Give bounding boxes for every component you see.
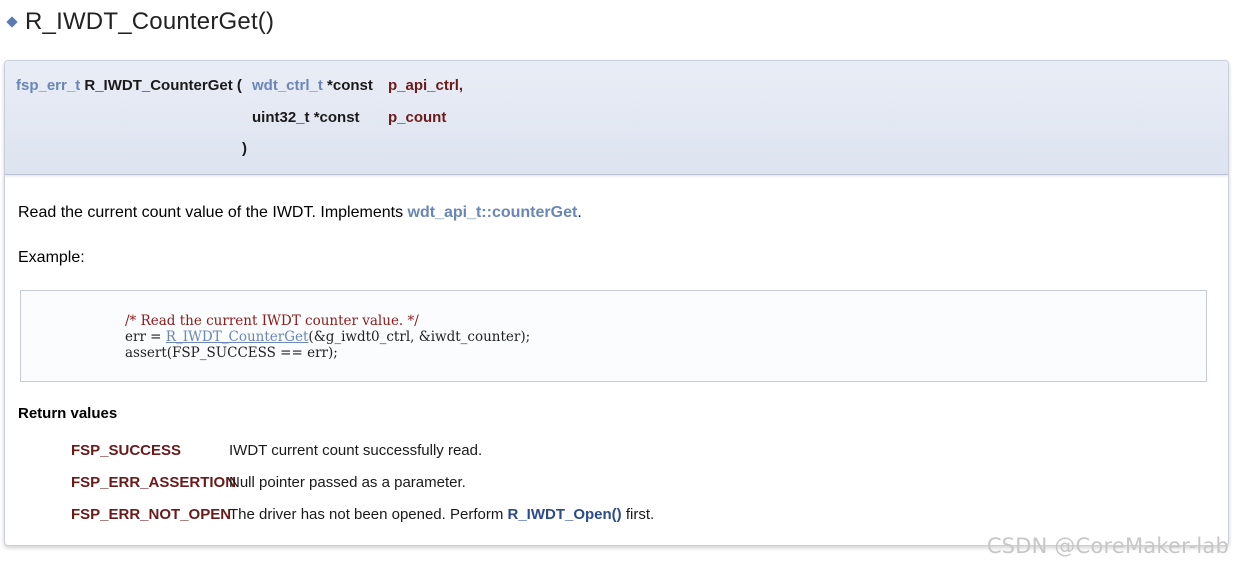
return-description-suffix: first. [621, 505, 655, 523]
description-suffix: . [577, 204, 582, 221]
code-block: /* Read the current IWDT counter value. … [125, 313, 530, 361]
function-name: R_IWDT_CounterGet [84, 77, 233, 94]
function-doc-panel: fsp_err_t R_IWDT_CounterGet ( wdt_ctrl_t… [4, 60, 1229, 546]
param-1-type-link[interactable]: wdt_ctrl_t [252, 77, 323, 94]
code-comment: /* Read the current IWDT counter value. … [125, 313, 419, 329]
return-description-text: The driver has not been opened. Perform [229, 505, 508, 523]
param-1-name-cell: p_api_ctrl, [388, 77, 463, 94]
title-row: R_IWDT_CounterGet() [4, 8, 274, 36]
watermark: CSDN @CoreMaker-lab [986, 534, 1229, 558]
counterget-link[interactable]: wdt_api_t::counterGet [408, 204, 578, 221]
close-paren-cell: ) [242, 140, 247, 157]
param-1-name: p_api_ctrl, [388, 77, 464, 94]
param-1-type-cell: wdt_ctrl_t *const [252, 77, 373, 94]
return-value-row: FSP_SUCCESS IWDT current count successfu… [71, 434, 654, 466]
return-values-table: FSP_SUCCESS IWDT current count successfu… [71, 434, 654, 530]
return-code: FSP_ERR_NOT_OPEN [71, 505, 232, 523]
return-code: FSP_ERR_ASSERTION [71, 473, 237, 491]
code-function-link[interactable]: R_IWDT_CounterGet [166, 329, 309, 345]
return-value-row: FSP_ERR_NOT_OPEN The driver has not been… [71, 498, 654, 530]
code-line-2-prefix: err = [125, 329, 166, 345]
code-example: /* Read the current IWDT counter value. … [20, 290, 1207, 382]
return-description-with-link: The driver has not been opened. Perform … [229, 506, 654, 523]
description-text: Read the current count value of the IWDT… [18, 204, 408, 221]
return-code: FSP_SUCCESS [71, 441, 182, 459]
param-2-qualifier: *const [313, 109, 360, 126]
function-description: Read the current count value of the IWDT… [18, 204, 582, 222]
param-2-name: p_count [388, 109, 447, 126]
return-description: IWDT current count successfully read. [229, 441, 483, 459]
return-description: Null pointer passed as a parameter. [229, 473, 466, 491]
page-title: R_IWDT_CounterGet() [25, 8, 275, 35]
param-2-type: uint32_t [252, 109, 310, 126]
iwdt-open-link[interactable]: R_IWDT_Open() [508, 506, 622, 523]
diamond-icon [6, 16, 18, 28]
example-label: Example: [18, 249, 85, 266]
return-values-title: Return values [18, 405, 118, 422]
param-1-qualifier: *const [327, 77, 373, 94]
doc-page: R_IWDT_CounterGet() fsp_err_t R_IWDT_Cou… [0, 0, 1235, 564]
code-line-3: assert(FSP_SUCCESS == err); [125, 345, 338, 361]
param-2-name-cell: p_count [388, 109, 446, 126]
open-paren: ( [236, 77, 242, 94]
close-paren: ) [242, 140, 247, 157]
param-2-type-cell: uint32_t *const [252, 109, 360, 126]
prototype-line-1: fsp_err_t R_IWDT_CounterGet ( [16, 77, 242, 94]
code-line-2-suffix: (&g_iwdt0_ctrl, &iwdt_counter); [308, 329, 531, 345]
function-prototype: fsp_err_t R_IWDT_CounterGet ( wdt_ctrl_t… [5, 61, 1228, 175]
return-value-row: FSP_ERR_ASSERTION Null pointer passed as… [71, 466, 654, 498]
return-type-link[interactable]: fsp_err_t [16, 77, 80, 94]
